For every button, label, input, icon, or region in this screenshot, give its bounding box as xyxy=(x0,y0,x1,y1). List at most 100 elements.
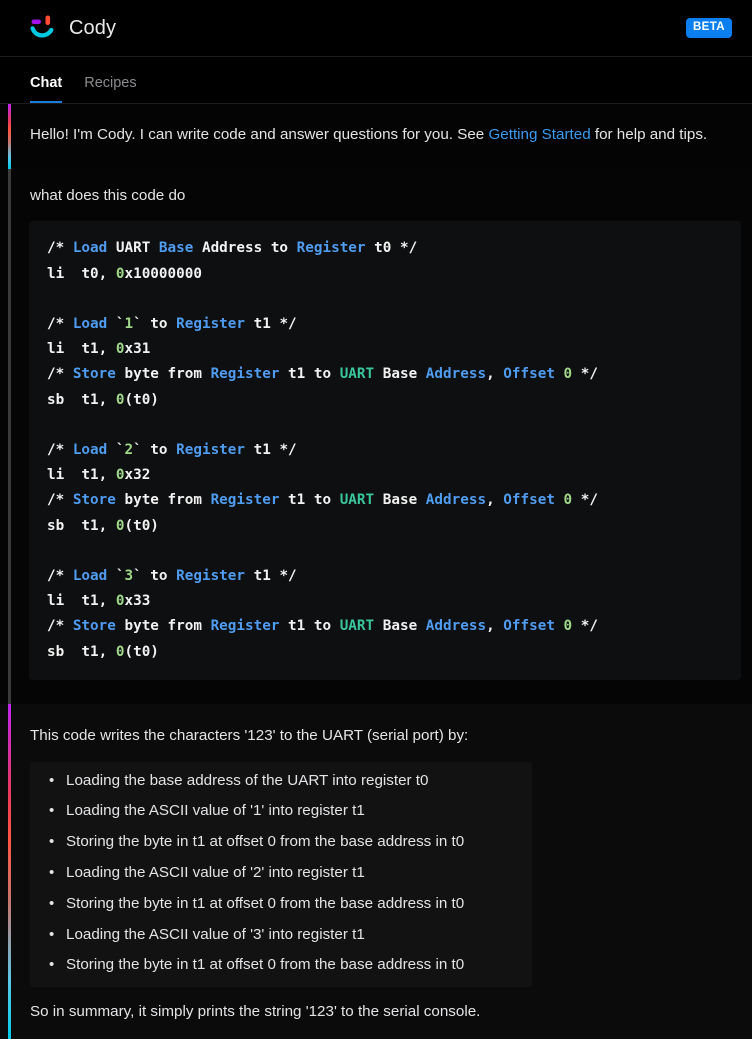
code-token: Address to xyxy=(193,240,297,257)
getting-started-link[interactable]: Getting Started xyxy=(488,126,590,143)
chat-transcript[interactable]: Hello! I'm Cody. I can write code and an… xyxy=(0,104,752,1039)
code-token: li t1, xyxy=(47,341,116,358)
code-token: /* xyxy=(47,441,73,458)
answer-body: This code writes the characters '123' to… xyxy=(0,704,752,1039)
user-message: what does this code do /* Load UART Base… xyxy=(0,168,752,704)
code-token: (t0) xyxy=(124,391,159,408)
code-token: Register xyxy=(176,441,246,458)
code-token: /* xyxy=(47,618,73,635)
answer-bullet-item: Loading the ASCII value of '2' into regi… xyxy=(30,858,532,889)
code-token: byte from xyxy=(115,492,211,509)
code-token: ` xyxy=(107,441,125,458)
code-block-wrapper: /* Load UART Base Address to Register t0… xyxy=(0,221,752,704)
answer-accent-bar xyxy=(8,703,11,1039)
code-token: Load xyxy=(72,315,108,332)
code-token: byte from xyxy=(115,366,211,383)
code-token: x32 xyxy=(124,467,151,484)
code-token: Offset xyxy=(503,618,555,635)
code-token: t1 to xyxy=(279,492,340,509)
code-token: ` to xyxy=(133,568,177,584)
answer-bullet-item: Loading the ASCII value of '3' into regi… xyxy=(30,920,532,951)
code-token: 1 xyxy=(124,315,134,332)
code-token: Address xyxy=(425,618,487,635)
assistant-accent-bar xyxy=(8,104,11,169)
code-token: Store xyxy=(72,492,116,509)
code-token: Address xyxy=(425,366,487,383)
greeting-text-before: Hello! I'm Cody. I can write code and an… xyxy=(30,126,489,143)
code-token: /* xyxy=(47,366,73,383)
code-token: ` xyxy=(107,568,125,584)
assistant-greeting-message: Hello! I'm Cody. I can write code and an… xyxy=(0,104,752,169)
answer-bullet-item: Storing the byte in t1 at offset 0 from … xyxy=(30,827,532,858)
code-token: sb t1, xyxy=(47,643,116,660)
answer-bullet-item: Storing the byte in t1 at offset 0 from … xyxy=(30,950,532,981)
code-token: ` xyxy=(107,315,125,332)
code-token: Register xyxy=(296,240,366,257)
answer-list-panel: Loading the base address of the UART int… xyxy=(30,761,532,988)
code-token: ` to xyxy=(133,441,177,458)
app-header: Cody BETA xyxy=(0,0,752,57)
greeting-body: Hello! I'm Cody. I can write code and an… xyxy=(0,104,752,169)
code-token: Base xyxy=(374,618,426,635)
user-accent-bar xyxy=(8,168,11,704)
code-token: t1 */ xyxy=(245,568,297,584)
code-token: byte from xyxy=(115,618,211,635)
greeting-text-after: for help and tips. xyxy=(590,126,708,143)
tab-recipes[interactable]: Recipes xyxy=(84,75,136,103)
code-token: x31 xyxy=(124,341,151,358)
code-block[interactable]: /* Load UART Base Address to Register t0… xyxy=(29,221,741,680)
answer-summary-text: So in summary, it simply prints the stri… xyxy=(30,1003,481,1021)
answer-bullet-item: Storing the byte in t1 at offset 0 from … xyxy=(30,889,532,920)
answer-intro-text: This code writes the characters '123' to… xyxy=(30,726,469,744)
code-token: Offset xyxy=(503,492,555,509)
code-token: */ xyxy=(572,366,598,383)
code-token: (t0) xyxy=(124,643,159,660)
code-token: /* xyxy=(47,240,73,257)
code-token: li t1, xyxy=(47,467,116,484)
code-token: Offset xyxy=(503,366,555,383)
code-token: /* xyxy=(47,492,73,509)
brand-name: Cody xyxy=(69,16,117,39)
code-token: Base xyxy=(374,492,426,509)
code-token: 0 xyxy=(563,366,573,383)
code-token: Store xyxy=(72,618,116,635)
code-token: li t1, xyxy=(47,593,116,610)
code-token: Register xyxy=(210,366,280,383)
code-token: t0 */ xyxy=(365,240,418,257)
code-token: Register xyxy=(210,492,280,509)
answer-bullet-list: Loading the base address of the UART int… xyxy=(30,766,532,982)
code-token: sb t1, xyxy=(47,391,116,408)
code-token: UART xyxy=(339,366,375,383)
answer-bullet-item: Loading the base address of the UART int… xyxy=(30,766,532,797)
code-token: UART xyxy=(339,618,375,635)
code-token: ` to xyxy=(133,315,177,332)
code-token: Address xyxy=(425,492,487,509)
code-token: , xyxy=(486,366,504,383)
code-token: Load xyxy=(72,441,108,458)
code-token: /* xyxy=(47,315,73,332)
code-token: t1 */ xyxy=(245,315,297,332)
code-token: Base xyxy=(158,240,194,257)
code-token: Register xyxy=(176,315,246,332)
code-token: sb t1, xyxy=(47,517,116,534)
code-token: t1 */ xyxy=(245,441,297,458)
code-token: 0 xyxy=(563,492,573,509)
tab-chat[interactable]: Chat xyxy=(30,75,63,103)
cody-smiley-icon xyxy=(30,14,60,42)
cody-chat-panel: Cody BETA Chat Recipes Hello! I'm Cody. … xyxy=(0,0,752,1039)
code-token: , xyxy=(486,618,504,635)
assistant-answer-message: This code writes the characters '123' to… xyxy=(0,703,752,1039)
code-token: , xyxy=(486,492,504,509)
code-token: x33 xyxy=(124,593,151,610)
code-token: x10000000 xyxy=(124,265,202,282)
greeting-text: Hello! I'm Cody. I can write code and an… xyxy=(30,123,728,147)
code-token: Register xyxy=(176,568,246,584)
code-token: Store xyxy=(72,366,116,383)
user-query-text: what does this code do xyxy=(30,186,186,204)
code-token: t1 to xyxy=(279,366,340,383)
code-token: UART xyxy=(339,492,375,509)
code-token: */ xyxy=(572,618,598,635)
